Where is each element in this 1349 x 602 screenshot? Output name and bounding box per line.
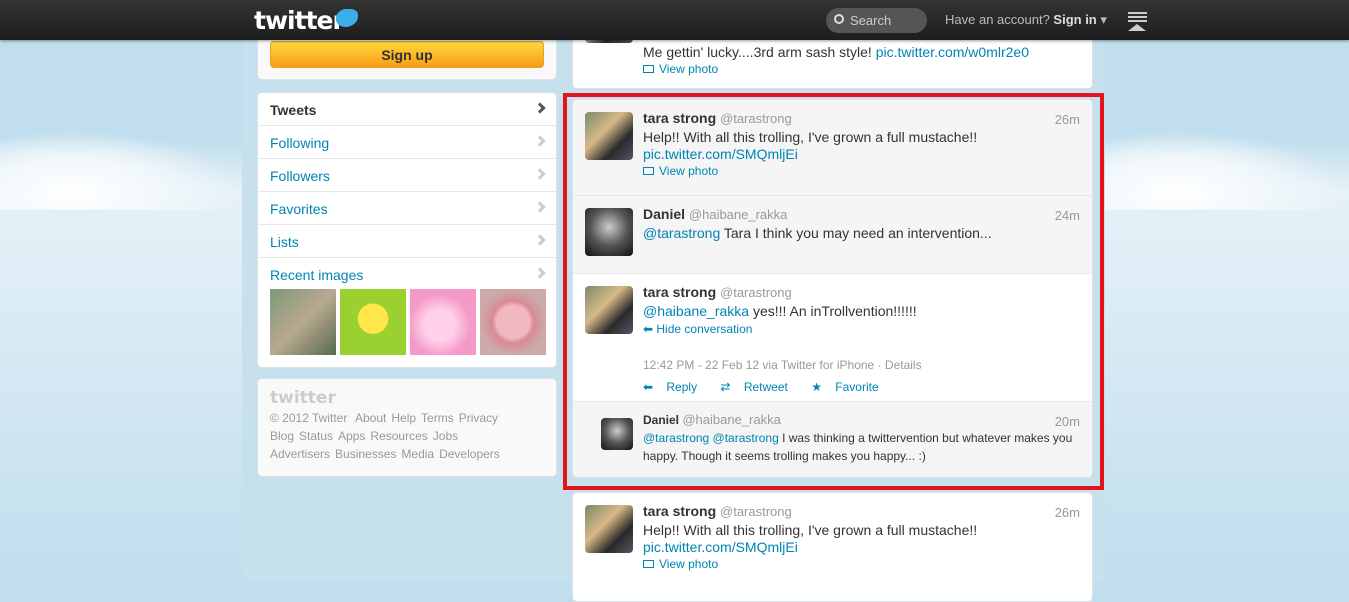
chevron-right-icon — [534, 201, 546, 213]
footer-link[interactable]: About — [355, 411, 386, 425]
footer-link[interactable]: Businesses — [335, 447, 396, 461]
photo-icon — [643, 65, 654, 73]
view-photo-label: View photo — [659, 557, 719, 571]
chevron-right-icon — [534, 234, 546, 246]
profile-nav: Tweets Following Followers Favorites Lis… — [257, 92, 557, 368]
copyright: © 2012 Twitter — [270, 411, 348, 425]
nav-label: Recent images — [270, 267, 364, 283]
scroll-top-icon[interactable] — [1128, 12, 1147, 31]
nav-followers[interactable]: Followers — [258, 159, 556, 192]
nav-label: Lists — [270, 234, 299, 250]
footer-link[interactable]: Resources — [370, 429, 427, 443]
highlight-box — [563, 93, 1104, 490]
view-photo-link[interactable]: View photo — [643, 62, 1029, 76]
footer-link[interactable]: Developers — [439, 447, 500, 461]
footer-link[interactable]: Blog — [270, 429, 294, 443]
footer-link[interactable]: Help — [391, 411, 416, 425]
nav-label: Followers — [270, 168, 330, 184]
recent-image-thumb[interactable] — [340, 289, 406, 355]
tweet-text: Help!! With all this trolling, I've grow… — [643, 522, 978, 538]
tweet[interactable]: tara strong @tarastrong 26m Help!! With … — [572, 492, 1093, 602]
search-input[interactable]: Search — [826, 8, 927, 33]
twitter-logo[interactable]: twitter — [254, 6, 345, 35]
nav-label: Favorites — [270, 201, 328, 217]
photo-link[interactable]: pic.twitter.com/SMQmljEi — [643, 539, 798, 555]
avatar[interactable] — [585, 505, 633, 553]
user-name[interactable]: tara strong — [643, 503, 716, 519]
footer-link[interactable]: Media — [401, 447, 434, 461]
nav-recent-images[interactable]: Recent images — [258, 258, 556, 291]
footer-link[interactable]: Terms — [421, 411, 454, 425]
nav-label: Following — [270, 135, 330, 151]
view-photo-link[interactable]: View photo — [643, 557, 1080, 571]
recent-image-thumb[interactable] — [480, 289, 546, 355]
search-icon — [834, 14, 844, 24]
caret-down-icon: ▾ — [1100, 12, 1107, 27]
account-prompt: Have an account? — [945, 12, 1050, 27]
footer-box: twitter © 2012 Twitter About Help Terms Pri… — [257, 378, 557, 477]
cloud-decoration — [1105, 130, 1347, 210]
cloud-decoration — [0, 130, 242, 210]
tweet-text: Me gettin' lucky....3rd arm sash style! — [643, 44, 876, 60]
photo-icon — [643, 560, 654, 568]
user-handle[interactable]: @tarastrong — [720, 504, 792, 519]
top-bar: twitter Search Have an account? Sign in … — [0, 0, 1349, 40]
timestamp[interactable]: 26m — [1055, 505, 1080, 520]
recent-image-thumb[interactable] — [410, 289, 476, 355]
chevron-right-icon — [534, 135, 546, 147]
signin-menu[interactable]: Have an account? Sign in ▾ — [945, 12, 1107, 28]
signup-button[interactable]: Sign up — [270, 41, 544, 68]
chevron-right-icon — [534, 267, 546, 279]
footer-link[interactable]: Jobs — [433, 429, 458, 443]
chevron-right-icon — [534, 102, 546, 114]
photo-link[interactable]: pic.twitter.com/w0mlr2e0 — [876, 44, 1029, 60]
footer-link[interactable]: Advertisers — [270, 447, 330, 461]
bird-icon — [336, 9, 358, 27]
nav-tweets[interactable]: Tweets — [258, 93, 556, 126]
footer-link[interactable]: Status — [299, 429, 333, 443]
nav-favorites[interactable]: Favorites — [258, 192, 556, 225]
nav-label: Tweets — [270, 102, 317, 118]
chevron-right-icon — [534, 168, 546, 180]
nav-lists[interactable]: Lists — [258, 225, 556, 258]
recent-image-thumb[interactable] — [270, 289, 336, 355]
nav-following[interactable]: Following — [258, 126, 556, 159]
recent-images — [270, 289, 550, 355]
footer-link[interactable]: Privacy — [459, 411, 498, 425]
signin-link[interactable]: Sign in — [1053, 12, 1096, 27]
view-photo-label: View photo — [659, 62, 719, 76]
footer-logo: twitter — [270, 388, 336, 408]
footer-link[interactable]: Apps — [338, 429, 365, 443]
search-placeholder: Search — [850, 13, 892, 28]
